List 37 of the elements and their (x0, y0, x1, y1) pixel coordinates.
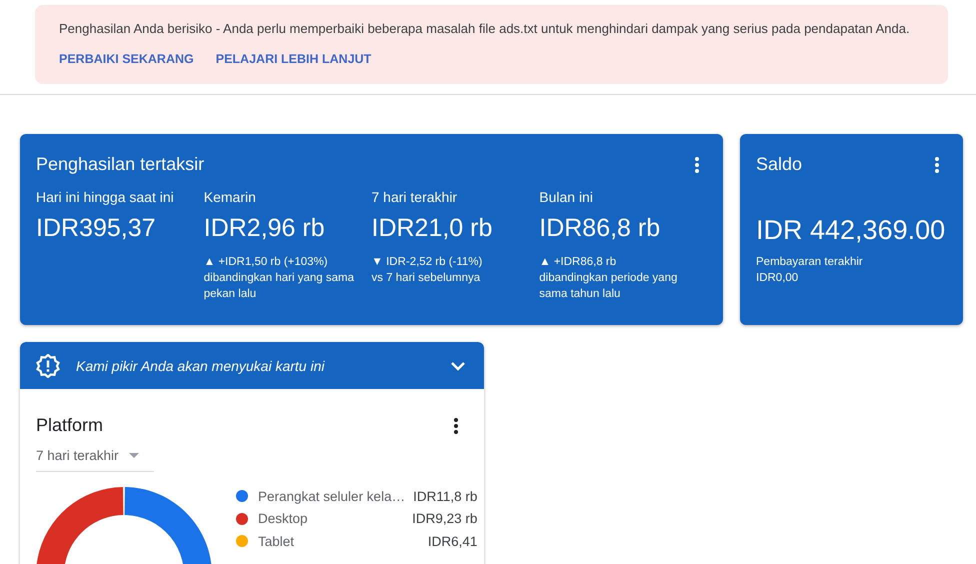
legend-value: IDR9,23 rb (412, 511, 478, 526)
stat-value: IDR395,37 (36, 214, 157, 243)
change-text: ▲ +IDR86,8 rb (539, 255, 618, 270)
stat-label: 7 hari terakhir (372, 189, 458, 205)
alert-badge-icon (36, 354, 60, 378)
more-options-icon (695, 156, 699, 172)
chevron-down-icon[interactable] (450, 360, 466, 370)
legend-value: IDR6,41 (428, 534, 478, 549)
change-text: ▼ IDR-2,52 rb (-11%) (372, 255, 484, 270)
stat-value: IDR86,8 rb (539, 214, 662, 243)
card-title: Saldo (756, 154, 802, 175)
legend-value: IDR11,8 rb (413, 488, 478, 504)
more-options-icon (454, 418, 458, 434)
stat-label: Kemarin (204, 189, 257, 205)
legend-label: Tablet (258, 534, 296, 549)
card-title: Penghasilan tertaksir (36, 154, 204, 175)
comparison-note: vs 7 hari sebelumnya (372, 271, 482, 286)
legend-label: Desktop (258, 511, 309, 526)
alert-link[interactable]: PELAJARI LEBIH LANJUT (216, 52, 372, 66)
caret-icon (128, 453, 139, 458)
stat-value: IDR2,96 rb (204, 214, 326, 243)
stat-label: Hari ini hingga saat ini (36, 189, 175, 205)
last-payment-label: Pembayaran terakhir (756, 255, 864, 270)
card-title: Platform (36, 415, 104, 436)
balance-value: IDR 442,369.00 (756, 215, 946, 246)
alert-message: Penghasilan Anda berisiko - Anda perlu memperbaiki beberapa masalah file ads.txt untuk menghindari dampak yang serius pada pendapatan Anda. (59, 21, 911, 36)
more-options-icon (935, 156, 939, 172)
comparison-note: dibandingkan periode yang sama tahun lalu (539, 271, 678, 302)
suggestion-text: Kami pikir Anda akan menyukai kartu ini (76, 358, 326, 374)
change-text: ▲ +IDR1,50 rb (+103%) (204, 255, 329, 270)
alert-link[interactable]: PERBAIKI SEKARANG (59, 52, 194, 66)
stat-label: Bulan ini (539, 189, 594, 205)
legend-label: Perangkat seluler kela… (258, 488, 406, 504)
stat-value: IDR21,0 rb (372, 214, 494, 243)
last-payment-value: IDR0,00 (756, 271, 800, 286)
period-dropdown[interactable]: 7 hari terakhir (36, 442, 154, 472)
comparison-note: dibandingkan hari yang sama pekan lalu (204, 271, 355, 302)
